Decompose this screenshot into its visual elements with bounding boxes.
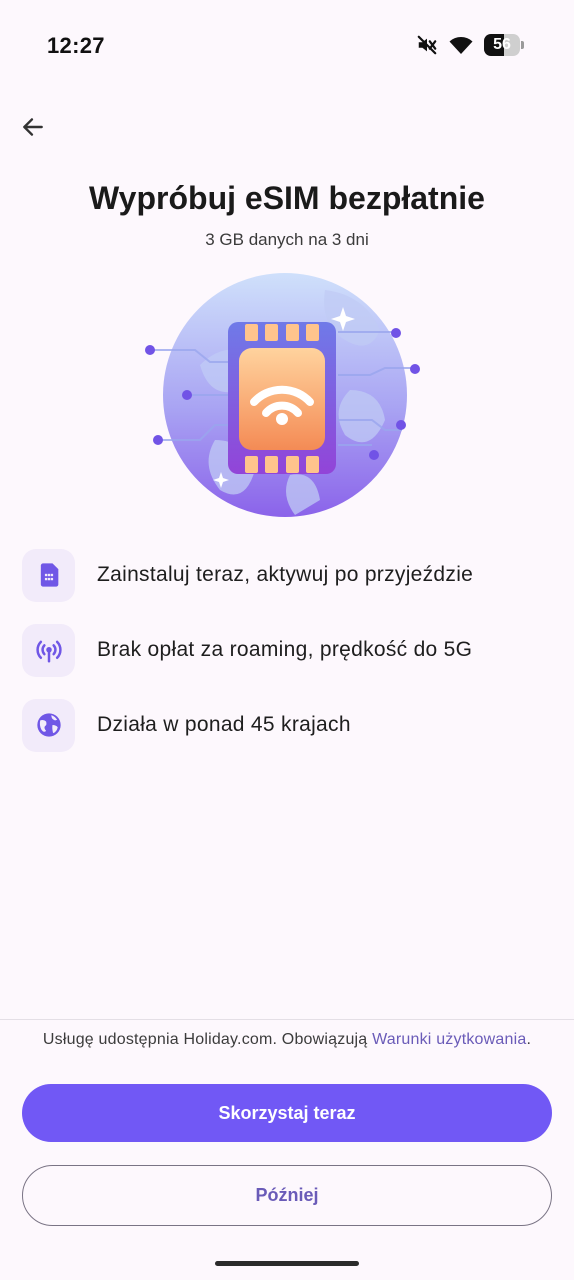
- wifi-icon: [448, 34, 474, 56]
- antenna-signal-icon: [22, 623, 75, 677]
- terms-of-use-link[interactable]: Warunki użytkowania: [372, 1031, 526, 1048]
- arrow-left-icon: [20, 114, 46, 145]
- terms-suffix: .: [526, 1031, 532, 1048]
- terms-prefix: Usługę udostępnia Holiday.com. Obowiązuj…: [42, 1031, 373, 1048]
- feature-text: Brak opłat za roaming, prędkość do 5G: [97, 638, 473, 661]
- feature-list: Zainstaluj teraz, aktywuj po przyjeździe…: [22, 548, 552, 773]
- esim-illustration: [140, 270, 430, 520]
- feature-item-install: Zainstaluj teraz, aktywuj po przyjeździe: [22, 548, 552, 602]
- battery-level: 56: [493, 36, 511, 53]
- use-now-button[interactable]: Skorzystaj teraz: [22, 1084, 552, 1142]
- terms-notice: Usługę udostępnia Holiday.com. Obowiązuj…: [0, 1031, 574, 1049]
- page-subtitle: 3 GB danych na 3 dni: [205, 230, 369, 249]
- page-title: Wypróbuj eSIM bezpłatnie: [89, 180, 485, 216]
- status-bar: 12:27 56: [0, 0, 574, 92]
- feature-text: Zainstaluj teraz, aktywuj po przyjeździe: [97, 563, 474, 586]
- esim-card-wifi-globe-icon: [145, 273, 420, 517]
- globe-icon: [22, 698, 75, 752]
- status-time: 12:27: [47, 33, 105, 58]
- back-button[interactable]: [14, 110, 52, 148]
- mute-icon: [416, 34, 438, 56]
- battery-icon: 56: [484, 34, 524, 56]
- home-indicator[interactable]: [215, 1261, 359, 1266]
- later-button[interactable]: Później: [22, 1165, 552, 1226]
- status-icons: 56: [416, 34, 524, 56]
- feature-item-countries: Działa w ponad 45 krajach: [22, 698, 552, 752]
- feature-text: Działa w ponad 45 krajach: [97, 713, 351, 736]
- esim-offer-screen: 12:27 56 Wypróbuj eSIM bezpłatnie 3 GB d…: [0, 0, 574, 1280]
- footer-divider: [0, 1019, 574, 1020]
- sim-card-icon: [22, 548, 75, 602]
- feature-item-roaming: Brak opłat za roaming, prędkość do 5G: [22, 623, 552, 677]
